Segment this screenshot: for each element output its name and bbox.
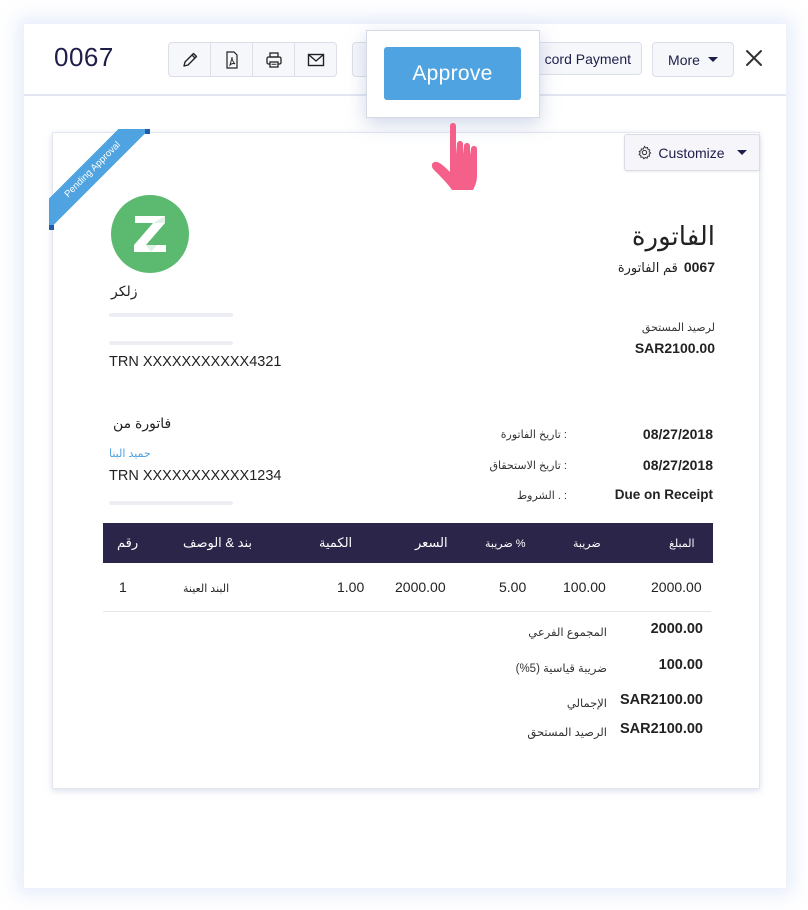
hand-pointer-icon <box>431 123 477 190</box>
meta-value: 08/27/2018 <box>642 457 713 473</box>
gear-icon <box>638 145 652 160</box>
edit-button[interactable] <box>169 43 211 76</box>
balance-due-label: لرصيد المستحق <box>641 322 715 334</box>
invoice-window: 0067 cord Payment More Pending Approval <box>23 23 787 889</box>
invoice-number-title: 0067 <box>54 42 114 72</box>
total-label: المجموع الفرعي <box>528 627 607 639</box>
envelope-icon <box>307 53 324 66</box>
print-button[interactable] <box>253 43 295 76</box>
meta-label: الشروط . : <box>516 490 567 502</box>
record-payment-button[interactable]: cord Payment <box>522 42 642 75</box>
email-button[interactable] <box>295 43 336 76</box>
column-header: رقم <box>117 535 139 550</box>
org-name: زلكر <box>111 283 138 299</box>
printer-icon <box>265 51 282 68</box>
chevron-down-icon <box>707 57 718 62</box>
meta-row-invoice-date: تاريخ الفاتورة : 08/27/2018 <box>473 426 713 446</box>
meta-value: 08/27/2018 <box>642 426 713 442</box>
invoice-number-line: قم الفاتورة 0067 <box>618 259 715 276</box>
more-label: More <box>668 51 700 68</box>
total-row-total: الإجمالي SAR2100.00 <box>473 692 713 716</box>
pdf-icon <box>225 50 238 69</box>
meta-label: تاريخ الاستحقاق : <box>489 460 568 472</box>
org-trn: TRN XXXXXXXXXXX4321 <box>109 354 282 370</box>
chevron-down-icon <box>736 150 747 155</box>
invoice-document: Pending Approval Customize زلكر TRN XXXX… <box>49 129 760 789</box>
column-header: بند & الوصف <box>183 535 253 550</box>
total-label: الإجمالي <box>566 698 607 710</box>
customer-trn: TRN XXXXXXXXXXX1234 <box>109 468 282 484</box>
column-header: ضريبة % <box>485 538 526 550</box>
total-label: ضريبة قياسية (5%) <box>515 663 607 675</box>
meta-label: تاريخ الفاتورة : <box>500 429 567 441</box>
ribbon-fold <box>49 225 54 230</box>
cell-rate: 2000.00 <box>395 579 446 595</box>
placeholder-line <box>109 501 233 505</box>
bill-from-label: فاتورة من <box>113 415 172 431</box>
placeholder-line <box>109 341 233 345</box>
column-header: السعر <box>415 535 448 550</box>
cell-qty: 1.00 <box>337 579 365 595</box>
org-logo <box>111 195 189 273</box>
approve-button[interactable]: Approve <box>384 47 521 100</box>
cell-amount: 2000.00 <box>651 579 702 595</box>
cell-tax-pct: 5.00 <box>499 579 527 595</box>
cell-no: 1 <box>119 579 127 595</box>
column-header: ضريبة <box>573 538 601 550</box>
cell-item: البند العينة <box>183 583 230 595</box>
balance-due-value: SAR2100.00 <box>634 340 715 356</box>
table-row: 1 البند العينة 1.00 2000.00 5.00 100.00 … <box>103 563 711 612</box>
total-value: SAR2100.00 <box>619 721 703 737</box>
meta-value: Due on Receipt <box>614 487 713 502</box>
total-row-tax: ضريبة قياسية (5%) 100.00 <box>473 657 713 681</box>
document-title: الفاتورة <box>631 221 715 251</box>
placeholder-line <box>109 313 233 317</box>
meta-row-terms: الشروط . : Due on Receipt <box>473 487 713 507</box>
total-value: 100.00 <box>658 657 703 673</box>
total-value: 2000.00 <box>650 621 703 637</box>
total-value: SAR2100.00 <box>619 692 703 708</box>
more-button[interactable]: More <box>652 42 734 77</box>
close-icon[interactable] <box>742 46 766 70</box>
column-header: المبلغ <box>669 538 695 550</box>
logo-z-icon <box>134 216 166 252</box>
total-row-subtotal: المجموع الفرعي 2000.00 <box>473 621 713 645</box>
cell-tax: 100.00 <box>563 579 606 595</box>
invoice-number: 0067 <box>683 259 715 275</box>
customer-name-link[interactable]: حميد البنا <box>109 447 151 460</box>
meta-row-due-date: تاريخ الاستحقاق : 08/27/2018 <box>473 457 714 477</box>
customize-button[interactable]: Customize <box>624 134 760 171</box>
pencil-icon <box>182 52 197 67</box>
action-icon-group <box>168 42 337 77</box>
pdf-button[interactable] <box>211 43 253 76</box>
total-row-balance: الرصيد المستحق SAR2100.00 <box>473 721 713 745</box>
ribbon-fold <box>145 129 150 134</box>
total-label: الرصيد المستحق <box>527 727 607 739</box>
invoice-number-label: قم الفاتورة <box>617 260 678 275</box>
column-header: الكمية <box>319 535 353 550</box>
items-table-header: رقم بند & الوصف الكمية السعر ضريبة % ضري… <box>103 523 713 563</box>
approve-popover: Approve <box>366 30 540 118</box>
customize-label: Customize <box>658 144 725 161</box>
